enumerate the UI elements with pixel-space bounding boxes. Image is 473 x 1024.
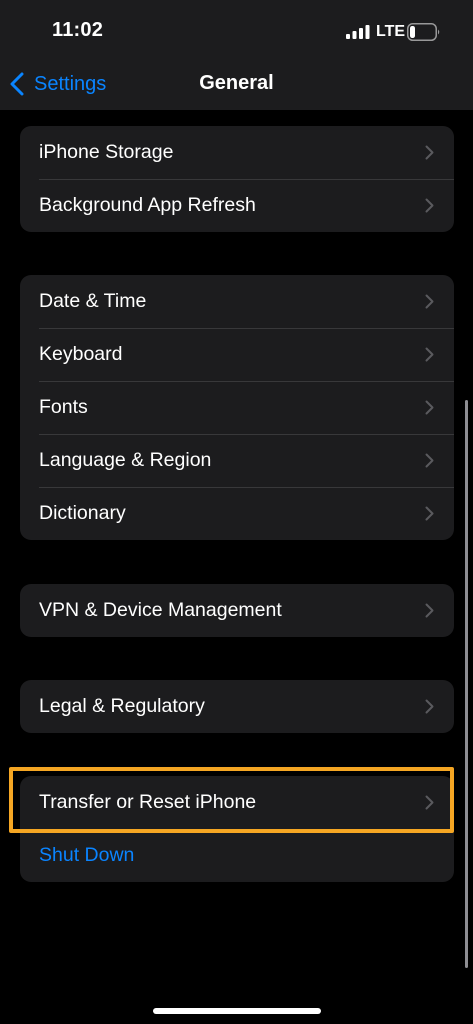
row-shut-down[interactable]: Shut Down [20,829,454,882]
page-title: General [199,72,274,94]
chevron-right-icon [425,198,434,213]
row-label: Fonts [39,396,88,418]
row-label: Legal & Regulatory [39,695,205,717]
chevron-right-icon [425,795,434,810]
row-transfer-reset-iphone[interactable]: Transfer or Reset iPhone [20,776,454,829]
row-label: Transfer or Reset iPhone [39,791,257,813]
chevron-right-icon [425,453,434,468]
row-label: iPhone Storage [39,141,174,163]
settings-group-legal: Legal & Regulatory [20,680,454,733]
row-label: Background App Refresh [39,194,256,216]
chevron-right-icon [425,603,434,618]
row-iphone-storage[interactable]: iPhone Storage [20,126,454,179]
row-fonts[interactable]: Fonts [20,381,454,434]
row-label: VPN & Device Management [39,599,282,621]
battery-icon [407,23,440,41]
chevron-right-icon [425,699,434,714]
chevron-right-icon [425,506,434,521]
scrollbar[interactable] [465,400,468,968]
row-dictionary[interactable]: Dictionary [20,487,454,540]
settings-group-storage: iPhone Storage Background App Refresh [20,126,454,232]
shut-down-button: Shut Down [39,844,135,866]
chevron-right-icon [425,294,434,309]
row-date-time[interactable]: Date & Time [20,275,454,328]
navigation-bar: Settings General [0,58,473,110]
home-indicator[interactable] [153,1008,321,1014]
chevron-right-icon [425,347,434,362]
row-label: Keyboard [39,343,123,365]
chevron-right-icon [425,400,434,415]
network-type: LTE [376,23,406,40]
row-legal-regulatory[interactable]: Legal & Regulatory [20,680,454,733]
row-label: Dictionary [39,502,126,524]
settings-group-reset: Transfer or Reset iPhone Shut Down [20,776,454,882]
settings-group-locale: Date & Time Keyboard Fonts Language & Re… [20,275,454,540]
row-background-app-refresh[interactable]: Background App Refresh [20,179,454,232]
row-keyboard[interactable]: Keyboard [20,328,454,381]
row-vpn-device-management[interactable]: VPN & Device Management [20,584,454,637]
cellular-signal-icon [346,25,370,39]
row-label: Language & Region [39,449,212,471]
chevron-right-icon [425,145,434,160]
status-time: 11:02 [52,19,104,41]
status-bar: 11:02 LTE [0,0,473,58]
row-language-region[interactable]: Language & Region [20,434,454,487]
settings-group-vpn: VPN & Device Management [20,584,454,637]
row-label: Date & Time [39,290,147,312]
